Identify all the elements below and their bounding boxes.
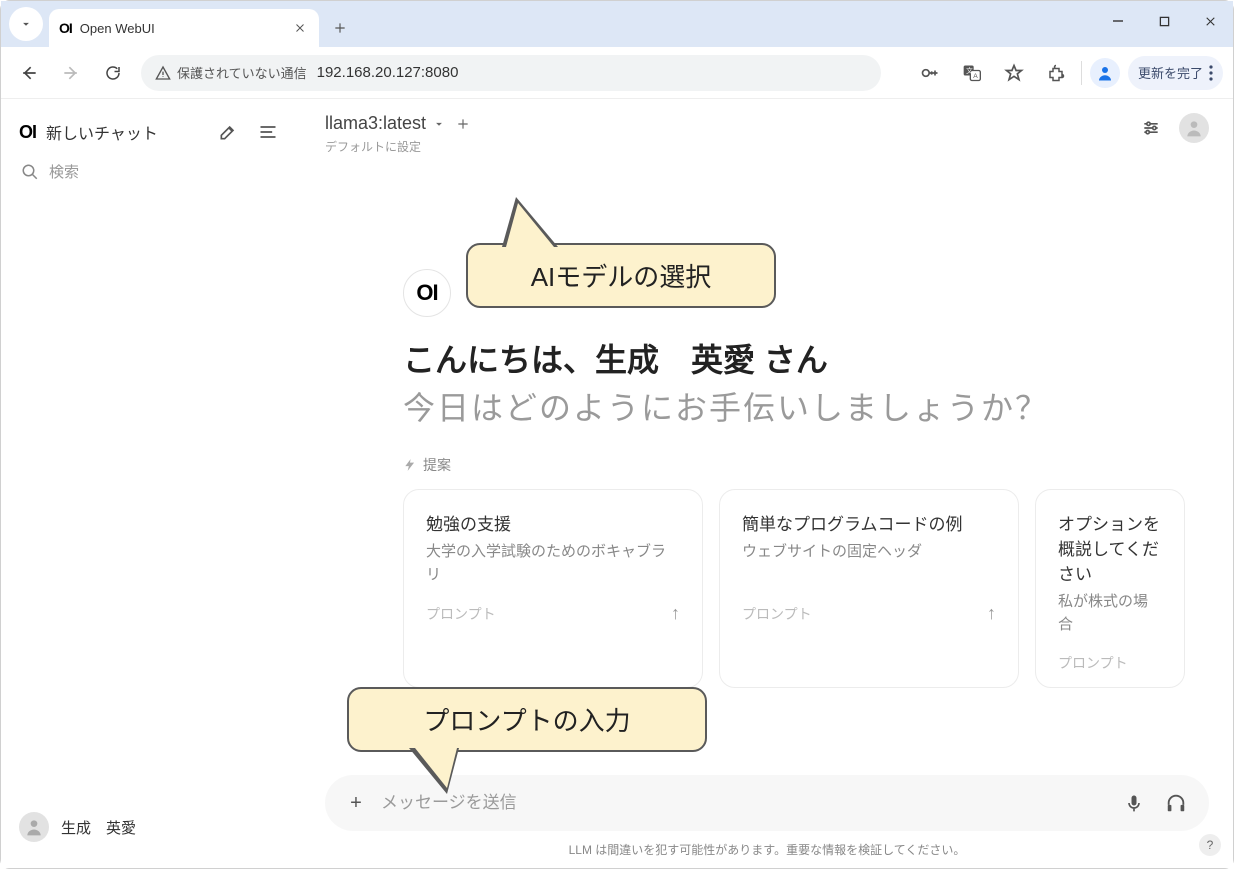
- mic-icon: [1124, 793, 1144, 813]
- help-button[interactable]: ?: [1199, 834, 1221, 856]
- search-input[interactable]: [49, 164, 281, 181]
- tab-close-button[interactable]: [291, 19, 309, 37]
- sidebar-search[interactable]: [13, 153, 289, 191]
- card-title: オプションを概説してください: [1058, 510, 1162, 585]
- security-indicator[interactable]: 保護されていない通信: [155, 63, 307, 82]
- search-icon: [21, 163, 39, 181]
- url-text: 192.168.20.127:8080: [317, 64, 459, 81]
- suggestions-label: 提案: [403, 455, 1209, 475]
- svg-text:文: 文: [966, 66, 973, 75]
- translate-icon: 文A: [962, 63, 982, 83]
- new-chat-button[interactable]: 新しいチャット: [46, 120, 203, 144]
- sliders-icon: [1141, 118, 1161, 138]
- toolbar-divider: [1081, 61, 1082, 85]
- card-desc: ウェブサイトの固定ヘッダ: [742, 541, 996, 593]
- star-icon: [1004, 63, 1024, 83]
- annotation-prompt-input: プロンプトの入力: [347, 687, 707, 752]
- extensions-button[interactable]: [1039, 56, 1073, 90]
- translate-button[interactable]: 文A: [955, 56, 989, 90]
- browser-profile-button[interactable]: [1090, 58, 1120, 88]
- attach-button[interactable]: +: [343, 790, 369, 816]
- reload-icon: [104, 64, 122, 82]
- sidebar-menu-button[interactable]: [253, 117, 283, 147]
- user-name: 生成 英愛: [61, 817, 136, 838]
- nav-forward-button[interactable]: [53, 55, 89, 91]
- headphones-button[interactable]: [1161, 788, 1191, 818]
- card-title: 簡単なプログラムコードの例: [742, 510, 996, 535]
- browser-tab[interactable]: OI Open WebUI: [49, 9, 319, 47]
- kebab-icon: [1209, 65, 1213, 81]
- address-bar[interactable]: 保護されていない通信 192.168.20.127:8080: [141, 55, 881, 91]
- compose-button[interactable]: [213, 117, 243, 147]
- account-button[interactable]: [1179, 113, 1209, 143]
- tab-title: Open WebUI: [80, 21, 283, 36]
- card-footer: プロンプト: [742, 604, 812, 624]
- update-label: 更新を完了: [1138, 63, 1203, 82]
- key-icon: [920, 64, 940, 82]
- chevron-down-icon: [19, 17, 33, 31]
- card-desc: 大学の入学試験のためのボキャブラリ: [426, 541, 680, 593]
- app-logo-icon: OI: [19, 122, 36, 143]
- add-model-button[interactable]: [456, 117, 470, 136]
- card-desc: 私が株式の場合: [1058, 591, 1162, 643]
- card-footer: プロンプト: [1058, 653, 1128, 673]
- arrow-right-icon: [61, 63, 81, 83]
- voice-button[interactable]: [1119, 788, 1149, 818]
- user-avatar-icon: [19, 812, 49, 842]
- password-manager-button[interactable]: [913, 56, 947, 90]
- card-title: 勉強の支援: [426, 510, 680, 535]
- svg-text:A: A: [973, 73, 978, 80]
- close-icon: [294, 22, 306, 34]
- warning-icon: [155, 65, 171, 81]
- model-selector[interactable]: llama3:latest: [325, 113, 446, 134]
- security-label: 保護されていない通信: [177, 63, 307, 82]
- puzzle-icon: [1047, 64, 1065, 82]
- headphones-icon: [1165, 792, 1187, 814]
- nav-back-button[interactable]: [11, 55, 47, 91]
- update-button[interactable]: 更新を完了: [1128, 56, 1223, 90]
- arrow-up-icon: ↑: [671, 603, 680, 624]
- plus-icon: [333, 21, 347, 35]
- window-maximize-button[interactable]: [1141, 1, 1187, 41]
- bolt-icon: [403, 458, 417, 472]
- suggestion-card[interactable]: 勉強の支援 大学の入学試験のためのボキャブラリ プロンプト ↑: [403, 489, 703, 688]
- card-footer: プロンプト: [426, 604, 496, 624]
- new-tab-button[interactable]: [325, 13, 355, 43]
- person-icon: [1096, 64, 1114, 82]
- tab-search-button[interactable]: [9, 7, 43, 41]
- sidebar-user[interactable]: 生成 英愛: [13, 804, 289, 856]
- chevron-down-icon: [432, 117, 446, 131]
- person-icon: [1184, 118, 1204, 138]
- window-controls: [1095, 1, 1233, 41]
- disclaimer-text: LLM は間違いを犯す可能性があります。重要な情報を検証してください。: [301, 837, 1233, 868]
- greeting-logo-icon: OI: [403, 269, 451, 317]
- bookmark-button[interactable]: [997, 56, 1031, 90]
- suggestion-cards: 勉強の支援 大学の入学試験のためのボキャブラリ プロンプト ↑ 簡単なプログラムコ…: [403, 489, 1209, 688]
- browser-toolbar: 保護されていない通信 192.168.20.127:8080 文A 更新を完了: [1, 47, 1233, 99]
- arrow-up-icon: ↑: [987, 603, 996, 624]
- model-name: llama3:latest: [325, 113, 426, 134]
- window-minimize-button[interactable]: [1095, 1, 1141, 41]
- browser-titlebar: OI Open WebUI: [1, 1, 1233, 47]
- maximize-icon: [1159, 16, 1170, 27]
- settings-button[interactable]: [1137, 114, 1165, 142]
- close-icon: [1204, 15, 1217, 28]
- menu-icon: [258, 124, 278, 140]
- nav-reload-button[interactable]: [95, 55, 131, 91]
- sidebar: OI 新しいチャット 生成 英愛: [1, 99, 301, 868]
- suggestion-card[interactable]: オプションを概説してください 私が株式の場合 プロンプト: [1035, 489, 1185, 688]
- plus-icon: [456, 117, 470, 131]
- minimize-icon: [1112, 15, 1124, 27]
- suggestion-card[interactable]: 簡単なプログラムコードの例 ウェブサイトの固定ヘッダ プロンプト ↑: [719, 489, 1019, 688]
- prompt-input[interactable]: [381, 793, 1107, 813]
- tab-favicon-icon: OI: [59, 20, 72, 36]
- window-close-button[interactable]: [1187, 1, 1233, 41]
- set-default-button[interactable]: デフォルトに設定: [325, 138, 446, 155]
- edit-icon: [218, 122, 238, 142]
- annotation-model-select: AIモデルの選択: [466, 243, 776, 308]
- greeting-line2: 今日はどのようにお手伝いしましょうか？: [403, 383, 1209, 429]
- arrow-left-icon: [19, 63, 39, 83]
- greeting-line1: こんにちは、生成 英愛 さん: [403, 335, 1209, 381]
